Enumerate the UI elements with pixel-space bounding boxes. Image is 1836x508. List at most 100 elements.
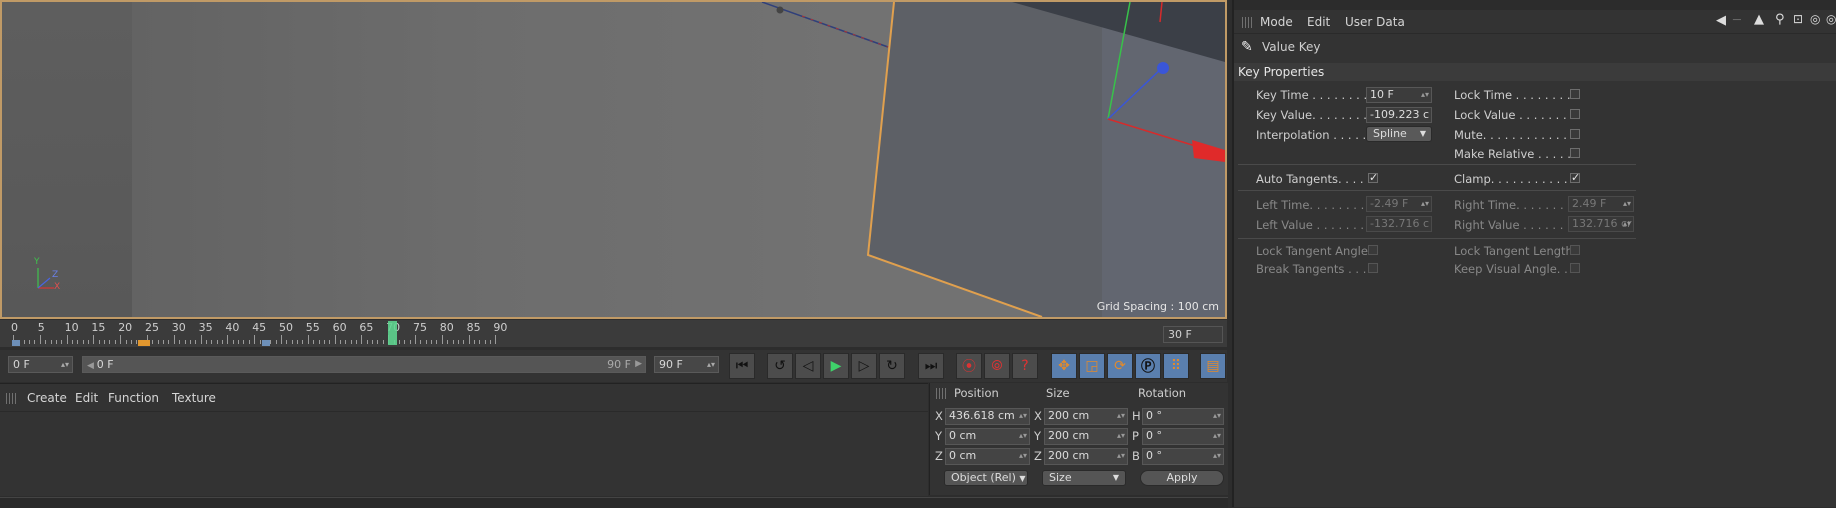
current-frame-field[interactable]: 0 F ▴▾ [8,356,73,373]
spline-point[interactable] [776,6,784,14]
settings-icon[interactable]: ◎ [1826,12,1836,26]
timeline-tick [77,340,79,344]
position-y-field[interactable]: 0 cm ▴▾ [945,428,1030,445]
timeline-tick-label: 75 [413,321,427,334]
grip-icon[interactable] [1242,17,1252,28]
mute-checkbox[interactable] [1570,129,1580,139]
3d-viewport[interactable]: Y Z X Grid Spacing : 100 cm [0,0,1227,319]
record-position-button[interactable]: ✥ [1051,353,1077,379]
timeline-ruler[interactable]: 051015202530354045505560657075808590 [0,320,1227,347]
keyframe-selection-button[interactable]: ? [1012,353,1038,379]
interpolation-select[interactable]: Spline ▼ [1366,126,1432,142]
timeline-tick [71,340,73,344]
material-manager: Create Edit Function Texture [0,383,928,496]
rotation-p-field[interactable]: 0 ° ▴▾ [1142,428,1224,445]
timeline-tick [222,340,224,344]
play-button[interactable]: ▶ [823,353,849,379]
record-scale-button[interactable]: ◲ [1079,353,1105,379]
timeline-playhead[interactable] [388,321,397,345]
divider [1238,164,1636,165]
gizmo-z-handle[interactable] [1157,62,1169,74]
clamp-checkbox[interactable]: ✓ [1570,172,1580,183]
up-arrow-icon[interactable]: ▲ [1754,12,1764,27]
auto-tangents-checkbox[interactable]: ✓ [1368,172,1378,183]
step-forward-button[interactable]: ▷ [851,353,877,379]
rotation-b-field[interactable]: 0 ° ▴▾ [1142,448,1224,465]
menu-user-data[interactable]: User Data [1345,15,1405,29]
lock-value-checkbox[interactable] [1570,109,1580,119]
size-z-label: Z [1034,449,1042,463]
timeline-tick [88,340,90,344]
mute-label: Mute. . . . . . . . . . . . . [1454,128,1575,142]
grip-icon[interactable] [6,393,16,404]
apply-button[interactable]: Apply [1140,470,1224,486]
step-back-icon: ◁ [802,358,814,374]
go-to-end-button[interactable]: ⏭ [918,353,944,379]
position-x-field[interactable]: 436.618 cm ▴▾ [945,408,1030,425]
chevron-down-icon: ▼ [1019,474,1026,483]
forward-arrow-icon[interactable]: ─ [1733,13,1741,28]
record-parameter-button[interactable]: Ⓟ [1135,353,1161,379]
key-marker[interactable] [12,340,20,346]
back-arrow-icon[interactable]: ◀ [1716,13,1726,28]
record-rotation-button[interactable]: ⟳ [1107,353,1133,379]
break-tangents-label: Break Tangents . . . . [1256,262,1374,276]
size-mode-select[interactable]: Size ▼ [1042,470,1126,486]
key-time-field[interactable]: 10 F ▴▾ [1366,87,1432,103]
size-y-field[interactable]: 200 cm ▴▾ [1044,428,1128,445]
left-value-field[interactable]: -132.716 c [1366,216,1432,232]
timeline-tick [45,340,47,344]
keep-visual-angle-checkbox[interactable] [1570,263,1580,273]
record-button[interactable]: ⦿ [956,353,982,379]
search-icon[interactable]: ⚲ [1775,12,1785,27]
go-to-next-key-button[interactable]: ↻ [879,353,905,379]
timeline-tick [157,340,159,344]
autokey-button[interactable]: ⦾ [984,353,1010,379]
menu-edit[interactable]: Edit [75,391,98,405]
right-time-field[interactable]: 2.49 F ▴▾ [1568,196,1634,212]
menu-create[interactable]: Create [27,391,67,405]
timeline-tick [313,340,315,344]
menu-mode[interactable]: Mode [1260,15,1293,29]
lock-icon[interactable]: ⊡ [1793,12,1803,26]
position-z-field[interactable]: 0 cm ▴▾ [945,448,1030,465]
new-manager-icon[interactable]: ◎ [1810,12,1820,26]
lock-tangent-angles-checkbox[interactable] [1368,245,1378,255]
lock-time-checkbox[interactable] [1570,89,1580,99]
menu-texture[interactable]: Texture [172,391,216,405]
size-z-field[interactable]: 200 cm ▴▾ [1044,448,1128,465]
rotation-h-field[interactable]: 0 ° ▴▾ [1142,408,1224,425]
key-marker[interactable] [262,340,270,346]
timeline-tick [232,340,234,344]
timeline-tick [23,340,25,344]
preview-range-slider[interactable]: ◀ 0 F 90 F ▶ [82,356,646,373]
grip-icon[interactable] [936,388,946,399]
lock-tangent-lengths-checkbox[interactable] [1570,245,1580,255]
timeline-tick [372,340,374,344]
key-marker[interactable] [138,340,150,346]
make-relative-checkbox[interactable] [1570,148,1580,158]
go-to-previous-key-button[interactable]: ↺ [767,353,793,379]
scheme-settings-button[interactable]: ▤ [1200,353,1226,379]
menu-edit[interactable]: Edit [1307,15,1330,29]
size-x-value: 200 cm [1048,409,1090,422]
size-x-field[interactable]: 200 cm ▴▾ [1044,408,1128,425]
key-value-field[interactable]: -109.223 c [1366,107,1432,123]
record-pla-button[interactable]: ⠿ [1163,353,1189,379]
timeline-tick [29,340,31,344]
fps-field[interactable]: 30 F [1163,326,1223,343]
coordinate-mode-select[interactable]: Object (Rel) ▼ [944,470,1028,486]
go-to-start-button[interactable]: ⏮ [729,353,755,379]
rotate-icon: ⟳ [1114,358,1126,374]
end-frame-field[interactable]: 90 F ▴▾ [654,356,719,373]
step-back-button[interactable]: ◁ [795,353,821,379]
left-time-field[interactable]: -2.49 F ▴▾ [1366,196,1432,212]
timeline-tick [275,340,277,344]
timeline-tick [318,340,320,344]
break-tangents-checkbox[interactable] [1368,263,1378,273]
menu-function[interactable]: Function [108,391,159,405]
timeline-tick [39,335,41,344]
range-end-value: 90 F [607,358,631,371]
timeline-tick [329,340,331,344]
right-value-field[interactable]: 132.716 cr ▴▾ [1568,216,1634,232]
